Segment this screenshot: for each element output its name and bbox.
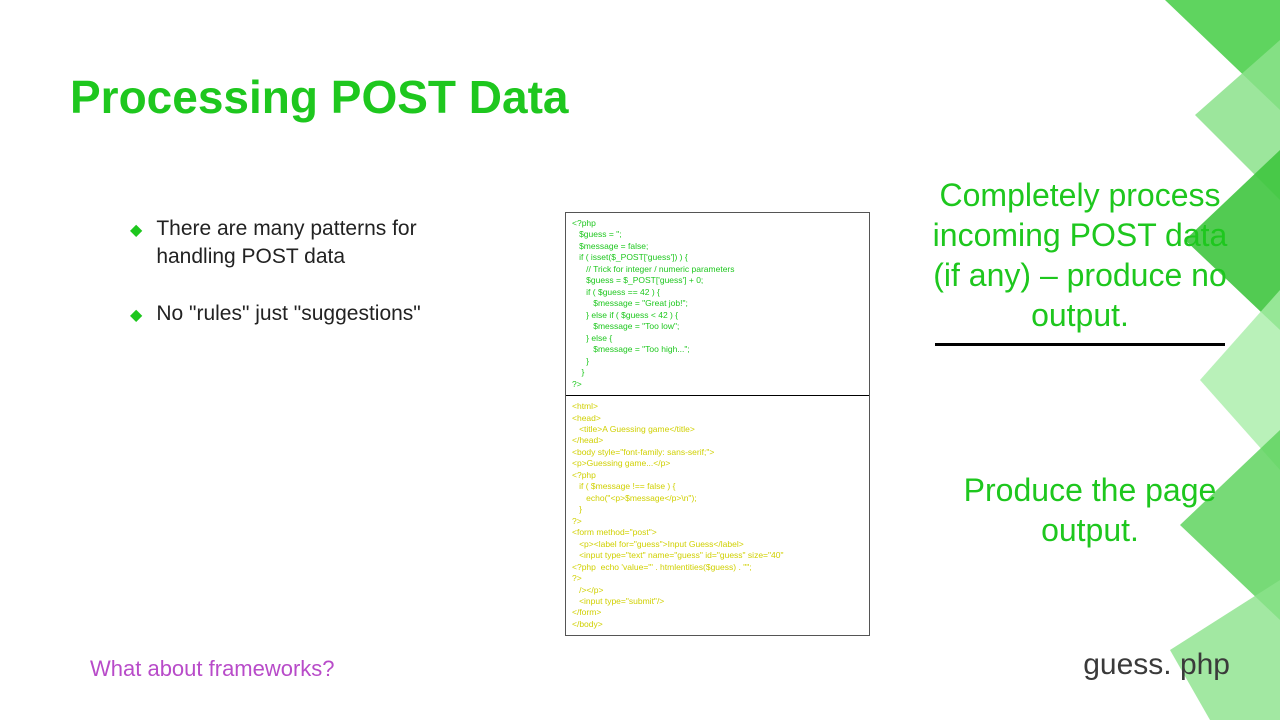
- bullet-text: There are many patterns for handling POS…: [156, 215, 450, 272]
- decorative-triangles: [1100, 0, 1280, 720]
- annotation-bottom: Produce the page output.: [940, 470, 1240, 550]
- bullet-text: No "rules" just "suggestions": [156, 300, 420, 328]
- slide-title: Processing POST Data: [70, 70, 569, 124]
- annotation-underline: [935, 343, 1225, 346]
- bullet-icon: ◆: [130, 220, 142, 242]
- bullet-icon: ◆: [130, 305, 142, 327]
- footer-note: What about frameworks?: [90, 656, 335, 682]
- code-php-section: <?php $guess = ''; $message = false; if …: [566, 213, 869, 395]
- code-box: <?php $guess = ''; $message = false; if …: [565, 212, 870, 636]
- annotation-top-text: Completely process incoming POST data (i…: [933, 177, 1228, 333]
- code-html-section: <html> <head> <title>A Guessing game</ti…: [566, 396, 869, 635]
- annotation-top: Completely process incoming POST data (i…: [920, 175, 1240, 346]
- bullet-item: ◆ No "rules" just "suggestions": [130, 300, 450, 328]
- bullet-item: ◆ There are many patterns for handling P…: [130, 215, 450, 272]
- bullet-list: ◆ There are many patterns for handling P…: [130, 215, 450, 356]
- filename-label: guess. php: [1083, 648, 1230, 682]
